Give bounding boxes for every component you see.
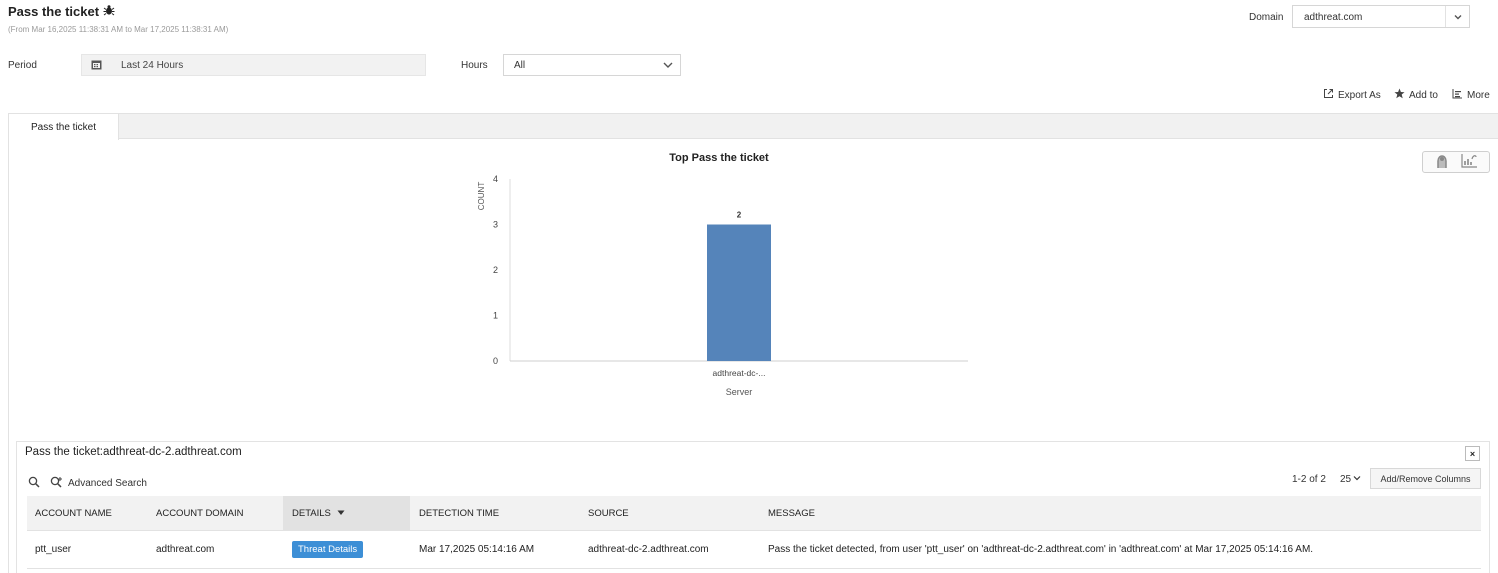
sort-down-icon [337, 508, 345, 519]
date-range-subtitle: (From Mar 16,2025 11:38:31 AM to Mar 17,… [8, 25, 229, 34]
y-tick-label: 0 [493, 356, 498, 366]
threat-details-button[interactable]: Threat Details [292, 541, 364, 558]
cell-account-name: ptt_user [35, 544, 72, 555]
tab-strip [8, 113, 1498, 139]
column-header-details[interactable]: DETAILS [283, 496, 410, 531]
detail-title: Pass the ticket:adthreat-dc-2.adthreat.c… [25, 446, 242, 458]
advanced-search-icon [50, 476, 63, 491]
add-remove-columns-button[interactable]: Add/Remove Columns [1370, 468, 1481, 489]
domain-select[interactable]: adthreat.com [1292, 5, 1470, 28]
hours-select[interactable]: All [503, 54, 681, 76]
advanced-search-button[interactable]: Advanced Search [50, 476, 147, 491]
page-size-value: 25 [1340, 474, 1352, 485]
table-header: ACCOUNT NAME ACCOUNT DOMAIN DETAILS DETE… [27, 496, 1481, 531]
tab-pass-the-ticket[interactable]: Pass the ticket [8, 113, 119, 140]
chart-title: Top Pass the ticket [669, 152, 769, 164]
column-header-message[interactable]: MESSAGE [758, 496, 1481, 531]
line-chart-icon[interactable] [1460, 153, 1478, 172]
domain-label: Domain [1249, 12, 1284, 23]
more-icon [1452, 88, 1463, 102]
bar-data-label: 2 [737, 211, 742, 220]
export-as-label: Export As [1338, 89, 1381, 101]
y-tick-label: 3 [493, 220, 498, 230]
y-tick-label: 1 [493, 311, 498, 321]
star-icon [1394, 88, 1405, 102]
more-label: More [1467, 89, 1490, 101]
export-icon [1323, 88, 1334, 102]
column-header-source[interactable]: SOURCE [578, 496, 758, 531]
cell-details: Threat Details [292, 531, 364, 568]
hours-select-value: All [514, 60, 526, 71]
advanced-search-label: Advanced Search [68, 478, 147, 489]
column-header-detection-time[interactable]: DETECTION TIME [410, 496, 578, 531]
page-size-select[interactable]: 25 [1340, 474, 1361, 485]
caret-down-icon [1353, 474, 1361, 485]
column-header-account-name[interactable]: ACCOUNT NAME [27, 496, 148, 531]
chart-view-toggle[interactable] [1422, 151, 1490, 173]
add-to-button[interactable]: Add to [1394, 88, 1438, 102]
x-tick-label: adthreat-dc-... [713, 368, 766, 378]
column-header-details-label: DETAILS [292, 508, 331, 519]
y-tick-label: 4 [493, 174, 498, 184]
cell-source: adthreat-dc-2.adthreat.com [588, 544, 709, 555]
close-button[interactable]: × [1465, 446, 1480, 461]
chevron-down-icon [662, 59, 674, 71]
bug-icon[interactable] [103, 4, 115, 19]
bar-chart: COUNT 0 1 2 3 4 2 adthreat-dc-... Server [477, 174, 968, 397]
cell-account-domain: adthreat.com [156, 544, 215, 555]
period-picker[interactable]: Last 24 Hours [81, 54, 426, 76]
pagination-info: 1-2 of 2 [1292, 474, 1326, 485]
add-to-label: Add to [1409, 89, 1438, 101]
chart-type-icon[interactable] [1434, 153, 1450, 172]
x-axis-label: Server [726, 387, 753, 397]
chart-bar[interactable] [707, 224, 771, 362]
more-button[interactable]: More [1452, 88, 1490, 102]
cell-detection-time: Mar 17,2025 05:14:16 AM [419, 544, 535, 555]
hours-label: Hours [461, 60, 488, 71]
table-row: ptt_user adthreat.com Threat Details Mar… [27, 531, 1481, 569]
y-axis-label: COUNT [477, 182, 486, 211]
y-tick-label: 2 [493, 265, 498, 275]
export-as-button[interactable]: Export As [1323, 88, 1381, 102]
page-title: Pass the ticket [8, 4, 100, 19]
domain-select-value: adthreat.com [1304, 12, 1363, 23]
calendar-icon [91, 59, 102, 70]
period-value: Last 24 Hours [121, 60, 184, 71]
cell-message: Pass the ticket detected, from user 'ptt… [768, 544, 1314, 555]
search-icon[interactable] [28, 476, 40, 488]
period-label: Period [8, 60, 37, 71]
column-header-account-domain[interactable]: ACCOUNT DOMAIN [148, 496, 283, 531]
chevron-down-icon [1445, 6, 1469, 27]
